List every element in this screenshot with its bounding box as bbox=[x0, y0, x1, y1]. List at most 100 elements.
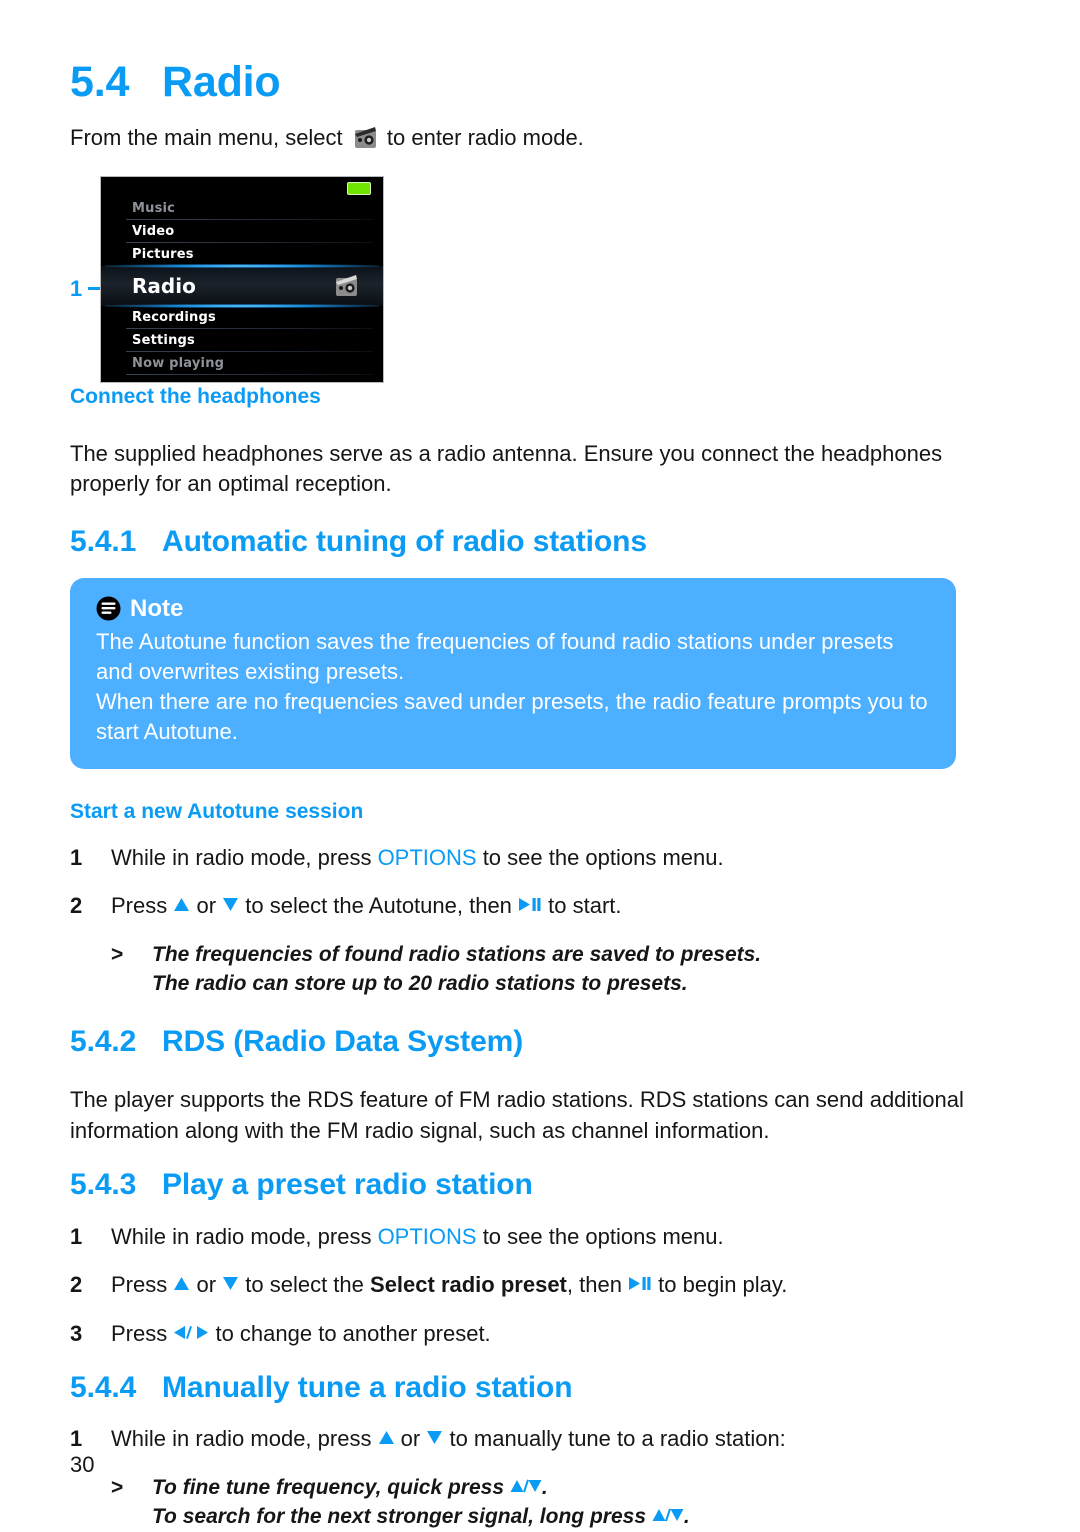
step-item: 1 While in radio mode, press OPTIONS to … bbox=[70, 1222, 1010, 1252]
step-text-fragment: , then bbox=[566, 1272, 629, 1298]
step-item: 1 While in radio mode, press or to manua… bbox=[70, 1424, 1010, 1454]
heading-number: 5.4.4 bbox=[70, 1370, 137, 1404]
result-line-text: To search for the next stronger signal, … bbox=[152, 1505, 652, 1529]
result-text: To fine tune frequency, quick press . To… bbox=[152, 1473, 1010, 1532]
step-text-fragment: to manually tune to a radio station: bbox=[443, 1426, 786, 1452]
heading-text: Play a preset radio station bbox=[162, 1168, 533, 1202]
options-button-label: OPTIONS bbox=[377, 844, 477, 870]
step-item: 3 Press to change to another preset. bbox=[70, 1319, 1010, 1349]
heading-number: 5.4.1 bbox=[70, 525, 137, 559]
page-content: 5.4 Radio From the main menu, select to e… bbox=[70, 58, 1010, 1532]
headphones-body: The supplied headphones serve as a radio… bbox=[70, 440, 943, 497]
step-text-fragment: to select the bbox=[239, 1272, 371, 1298]
heading-text: RDS (Radio Data System) bbox=[162, 1024, 524, 1058]
device-menu-label: Music bbox=[132, 200, 176, 216]
note-paragraph-1: The Autotune function saves the frequenc… bbox=[96, 628, 894, 684]
step-number: 1 bbox=[70, 1223, 83, 1249]
device-screenshot-figure: 1 Music Video Pictures Radio Recordings … bbox=[70, 175, 1010, 384]
heading-5-4-1: 5.4.1 Automatic tuning of radio stations bbox=[70, 525, 1010, 560]
step-text-fragment: While in radio mode, press bbox=[111, 844, 378, 870]
step-text-fragment: to select the Autotune, then bbox=[239, 893, 519, 919]
up-down-arrows-icon bbox=[652, 1508, 684, 1522]
step-text-fragment: or bbox=[394, 1426, 427, 1452]
step-text-fragment: to see the options menu. bbox=[476, 1223, 724, 1249]
device-menu-label: Video bbox=[132, 223, 175, 239]
menu-option-label: Select radio preset bbox=[370, 1272, 567, 1298]
heading-5-4-2: 5.4.2 RDS (Radio Data System) bbox=[70, 1025, 1010, 1060]
step-text-fragment: While in radio mode, press bbox=[111, 1426, 378, 1452]
step-item: 2 Press or to select the Select radio pr… bbox=[70, 1270, 1010, 1300]
step-text-fragment: to begin play. bbox=[652, 1272, 788, 1298]
step-text: Press or to select the Select radio pres… bbox=[111, 1270, 1010, 1300]
subheading-start-autotune-session: Start a new Autotune session bbox=[70, 799, 364, 823]
step-text-fragment: Press bbox=[111, 893, 174, 919]
result-text: The frequencies of found radio stations … bbox=[152, 940, 1010, 999]
heading-text: Automatic tuning of radio stations bbox=[162, 525, 647, 559]
device-menu-item-now-playing: Now playing bbox=[101, 352, 383, 375]
callout-number: 1 bbox=[70, 275, 83, 301]
arrow-down-icon bbox=[222, 1276, 239, 1291]
step-text: While in radio mode, press OPTIONS to se… bbox=[111, 843, 1010, 873]
note-icon bbox=[96, 596, 121, 621]
note-title-row: Note bbox=[96, 595, 930, 623]
step-text-fragment: Press bbox=[111, 1320, 174, 1346]
result-line-text: . bbox=[683, 1505, 690, 1529]
heading-text: Manually tune a radio station bbox=[162, 1370, 573, 1404]
arrow-down-icon bbox=[426, 1430, 443, 1445]
result-note: > To fine tune frequency, quick press . … bbox=[70, 1473, 1010, 1532]
result-line: To fine tune frequency, quick press . bbox=[152, 1476, 548, 1499]
result-line-text: . bbox=[541, 1475, 548, 1499]
page-number: 30 bbox=[70, 1452, 95, 1477]
options-button-label: OPTIONS bbox=[377, 1223, 477, 1249]
step-text: Press to change to another preset. bbox=[111, 1319, 1010, 1349]
result-line-text: To fine tune frequency, quick press bbox=[152, 1475, 510, 1499]
step-text-fragment: to change to another preset. bbox=[209, 1320, 491, 1346]
device-menu-label: Now playing bbox=[132, 355, 225, 371]
device-menu-label: Pictures bbox=[132, 246, 194, 262]
step-text-fragment: Press bbox=[111, 1272, 174, 1298]
intro-text-before: From the main menu, select bbox=[70, 125, 349, 151]
device-menu-item-music: Music bbox=[101, 197, 383, 220]
document-page: 5.4 Radio From the main menu, select to e… bbox=[0, 0, 1080, 1528]
device-menu-label: Recordings bbox=[132, 309, 216, 325]
section-title: Radio bbox=[162, 58, 281, 106]
play-pause-icon bbox=[518, 897, 542, 912]
step-number: 3 bbox=[70, 1320, 83, 1346]
heading-5-4-4: 5.4.4 Manually tune a radio station bbox=[70, 1371, 1010, 1406]
device-menu-label: Radio bbox=[132, 273, 196, 298]
intro-paragraph: From the main menu, select to enter radi… bbox=[70, 123, 1010, 153]
up-down-arrows-icon bbox=[510, 1479, 542, 1493]
result-line: The frequencies of found radio stations … bbox=[152, 943, 762, 967]
step-text: Press or to select the Autotune, then to… bbox=[111, 891, 1010, 921]
heading-5-4-3: 5.4.3 Play a preset radio station bbox=[70, 1168, 1010, 1203]
step-text-fragment: or bbox=[190, 1272, 223, 1298]
highlight-glow-top bbox=[105, 263, 379, 268]
step-text-fragment: to start. bbox=[542, 893, 622, 919]
page-title: 5.4 Radio bbox=[70, 58, 1010, 106]
step-text: While in radio mode, press OPTIONS to se… bbox=[111, 1222, 1010, 1252]
step-text: While in radio mode, press or to manuall… bbox=[111, 1424, 1010, 1454]
device-screen: Music Video Pictures Radio Recordings Se… bbox=[100, 175, 384, 383]
subheading-connect-headphones: Connect the headphones bbox=[70, 384, 321, 408]
step-text-fragment: While in radio mode, press bbox=[111, 1223, 378, 1249]
arrow-up-icon bbox=[173, 1276, 190, 1291]
result-marker: > bbox=[111, 943, 124, 967]
arrow-up-icon bbox=[173, 897, 190, 912]
note-callout-box: Note The Autotune function saves the fre… bbox=[70, 577, 956, 769]
result-note: > The frequencies of found radio station… bbox=[70, 940, 1010, 999]
step-text-fragment: to see the options menu. bbox=[476, 844, 724, 870]
heading-number: 5.4.3 bbox=[70, 1168, 137, 1202]
left-right-arrows-icon bbox=[173, 1325, 209, 1340]
result-marker: > bbox=[111, 1475, 124, 1499]
divider bbox=[126, 373, 373, 375]
step-number: 2 bbox=[70, 893, 83, 919]
battery-full-icon bbox=[347, 181, 371, 195]
radio-icon bbox=[333, 274, 359, 298]
device-statusbar bbox=[101, 177, 383, 197]
device-menu-item-pictures: Pictures bbox=[101, 243, 383, 266]
result-line: To search for the next stronger signal, … bbox=[152, 1505, 690, 1528]
device-menu-item-radio-selected: Radio bbox=[101, 263, 383, 308]
arrow-down-icon bbox=[222, 897, 239, 912]
intro-text-after: to enter radio mode. bbox=[380, 125, 584, 151]
result-line: The radio can store up to 20 radio stati… bbox=[152, 972, 688, 996]
